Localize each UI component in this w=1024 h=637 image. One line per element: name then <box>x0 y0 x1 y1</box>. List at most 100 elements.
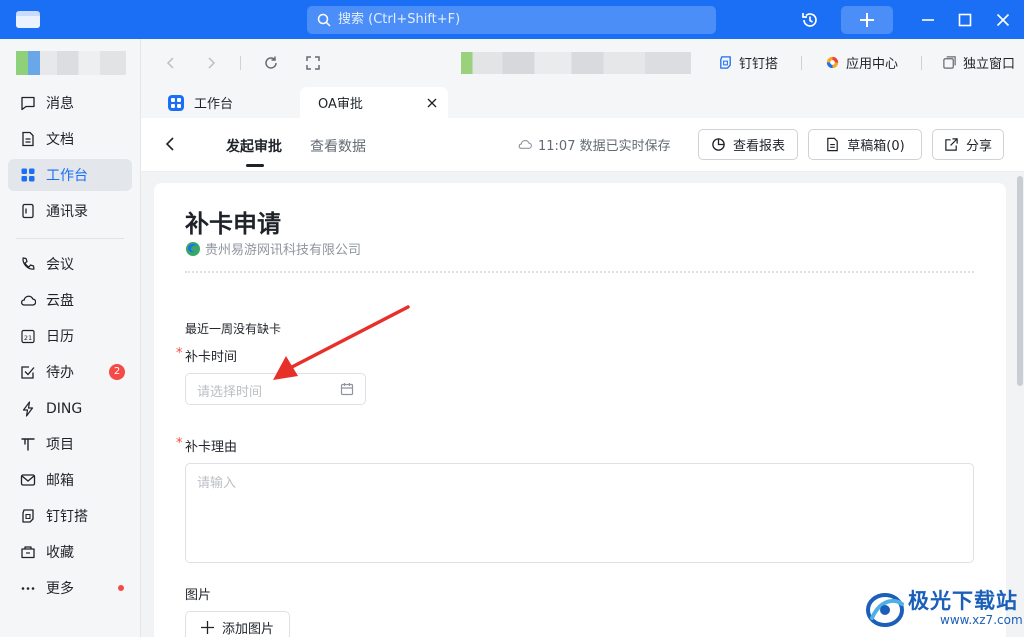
sidebar-item-label: 工作台 <box>46 168 88 184</box>
sidebar: 消息 文档 工作台 通讯录 会议 云盘 21 日历 待办 2 DING 项目 邮… <box>0 39 141 637</box>
sidebar-item-todo[interactable]: 待办 2 <box>8 356 132 388</box>
refresh-icon[interactable] <box>263 55 279 71</box>
toolbar-divider <box>801 56 802 70</box>
workbench-icon <box>21 168 35 182</box>
company-name: 贵州易游网讯科技有限公司 <box>185 239 361 258</box>
punch-time-label: * 补卡时间 <box>176 346 238 365</box>
watermark-logo-icon <box>866 593 904 627</box>
add-image-button[interactable]: 添加图片 <box>185 611 290 637</box>
sidebar-divider <box>16 238 124 239</box>
tab-oa-approval[interactable]: OA审批 <box>300 87 448 118</box>
avatar[interactable] <box>16 51 40 75</box>
todo-icon <box>21 366 35 379</box>
tab-bar: 工作台 OA审批 <box>141 87 1024 118</box>
back-arrow-icon[interactable] <box>163 136 177 152</box>
share-button[interactable]: 分享 <box>932 129 1004 160</box>
punch-reason-label: * 补卡理由 <box>176 436 237 455</box>
sidebar-item-project[interactable]: 项目 <box>8 428 132 460</box>
standalone-window-icon <box>943 56 956 69</box>
share-label: 分享 <box>965 139 992 154</box>
sidebar-item-label: 文档 <box>46 132 74 148</box>
drafts-label: 草稿箱(0) <box>847 139 905 154</box>
sidebar-item-label: DING <box>46 401 83 417</box>
calendar-icon-day: 21 <box>24 334 32 342</box>
sidebar-item-dingda[interactable]: 钉钉搭 <box>8 500 132 532</box>
sidebar-item-workbench[interactable]: 工作台 <box>8 159 132 191</box>
sidebar-item-label: 消息 <box>46 96 74 112</box>
back-icon[interactable] <box>163 55 179 71</box>
view-report-button[interactable]: 查看报表 <box>698 129 798 160</box>
close-window-icon[interactable] <box>993 10 1013 30</box>
calendar-icon: 21 <box>21 329 35 344</box>
tab-workbench[interactable]: 工作台 <box>168 87 233 118</box>
message-icon <box>21 96 35 111</box>
maximize-icon[interactable] <box>955 10 975 30</box>
cloud-drive-icon <box>20 295 36 306</box>
meeting-icon <box>22 257 35 270</box>
sidebar-item-more[interactable]: 更多 <box>8 572 132 604</box>
view-report-label: 查看报表 <box>732 139 785 154</box>
watermark-url: www.xz7.com <box>940 613 1023 627</box>
save-status-text: 11:07 数据已实时保存 <box>538 139 671 154</box>
forward-icon[interactable] <box>203 55 219 71</box>
save-status: 11:07 数据已实时保存 <box>517 135 671 154</box>
sidebar-item-mail[interactable]: 邮箱 <box>8 464 132 496</box>
cloud-icon <box>518 139 532 149</box>
punch-time-label-text: 补卡时间 <box>185 350 238 365</box>
history-icon[interactable] <box>800 10 820 30</box>
sidebar-item-ding[interactable]: DING <box>8 393 132 425</box>
global-search-input[interactable]: 搜索 (Ctrl+Shift+F) <box>307 6 716 34</box>
punch-reason-placeholder: 请输入 <box>197 476 237 491</box>
watermark: 极光下载站 www.xz7.com <box>862 582 1024 637</box>
sidebar-item-documents[interactable]: 文档 <box>8 123 132 155</box>
dingda-link[interactable]: 钉钉搭 <box>718 53 778 72</box>
form-title: 补卡申请 <box>185 210 281 238</box>
punch-reason-textarea[interactable]: 请输入 <box>185 463 974 563</box>
required-mark: * <box>176 346 183 361</box>
sidebar-item-label: 云盘 <box>46 293 74 309</box>
sidebar-item-calendar[interactable]: 21 日历 <box>8 320 132 352</box>
app-center-link[interactable]: 应用中心 <box>825 53 898 72</box>
required-mark: * <box>176 436 183 451</box>
sidebar-item-label: 邮箱 <box>46 473 74 489</box>
drafts-button[interactable]: 草稿箱(0) <box>808 129 922 160</box>
sidebar-item-favorites[interactable]: 收藏 <box>8 536 132 568</box>
toolbar-divider <box>240 56 241 70</box>
tab-view-data[interactable]: 查看数据 <box>310 136 366 156</box>
sidebar-item-cloud-drive[interactable]: 云盘 <box>8 284 132 316</box>
sidebar-item-label: 通讯录 <box>46 204 88 220</box>
standalone-window-link[interactable]: 独立窗口 <box>942 53 1015 72</box>
approval-header: 发起审批 查看数据 11:07 数据已实时保存 查看报表 草稿箱(0) 分享 <box>141 118 1024 172</box>
sidebar-item-label: 待办 <box>46 365 74 381</box>
vertical-scrollbar[interactable] <box>1017 176 1023 386</box>
fullscreen-icon[interactable] <box>305 55 321 71</box>
company-name-text: 贵州易游网讯科技有限公司 <box>205 243 362 258</box>
title-bar: 搜索 (Ctrl+Shift+F) <box>0 0 1024 39</box>
more-icon <box>21 587 35 590</box>
sidebar-item-label: 更多 <box>46 581 74 597</box>
user-profile[interactable] <box>16 51 126 75</box>
sidebar-item-meeting[interactable]: 会议 <box>8 248 132 280</box>
dingda-icon <box>22 509 34 523</box>
close-tab-icon[interactable] <box>427 98 437 108</box>
standalone-window-label: 独立窗口 <box>963 57 1016 72</box>
sidebar-item-label: 会议 <box>46 257 74 273</box>
plus-icon <box>200 620 214 634</box>
create-button[interactable] <box>841 6 893 34</box>
approval-form: 补卡申请 贵州易游网讯科技有限公司 最近一周没有缺卡 * 补卡时间 请选择时间 … <box>154 183 1006 637</box>
sidebar-item-contacts[interactable]: 通讯录 <box>8 195 132 227</box>
tab-start-approval[interactable]: 发起审批 <box>226 136 282 167</box>
todo-count-badge: 2 <box>109 364 125 380</box>
missing-punch-hint: 最近一周没有缺卡 <box>185 322 282 336</box>
browser-toolbar: 钉钉搭 应用中心 独立窗口 <box>141 39 1024 87</box>
notification-dot <box>118 585 124 591</box>
minimize-icon[interactable] <box>918 10 938 30</box>
image-label: 图片 <box>185 588 212 603</box>
sidebar-item-label: 收藏 <box>46 545 74 561</box>
ding-icon <box>22 401 34 417</box>
sidebar-item-messages[interactable]: 消息 <box>8 87 132 119</box>
search-icon <box>317 13 331 27</box>
dingda-icon <box>720 56 731 69</box>
workbench-tab-icon <box>168 94 184 111</box>
toolbar-divider <box>921 56 922 70</box>
